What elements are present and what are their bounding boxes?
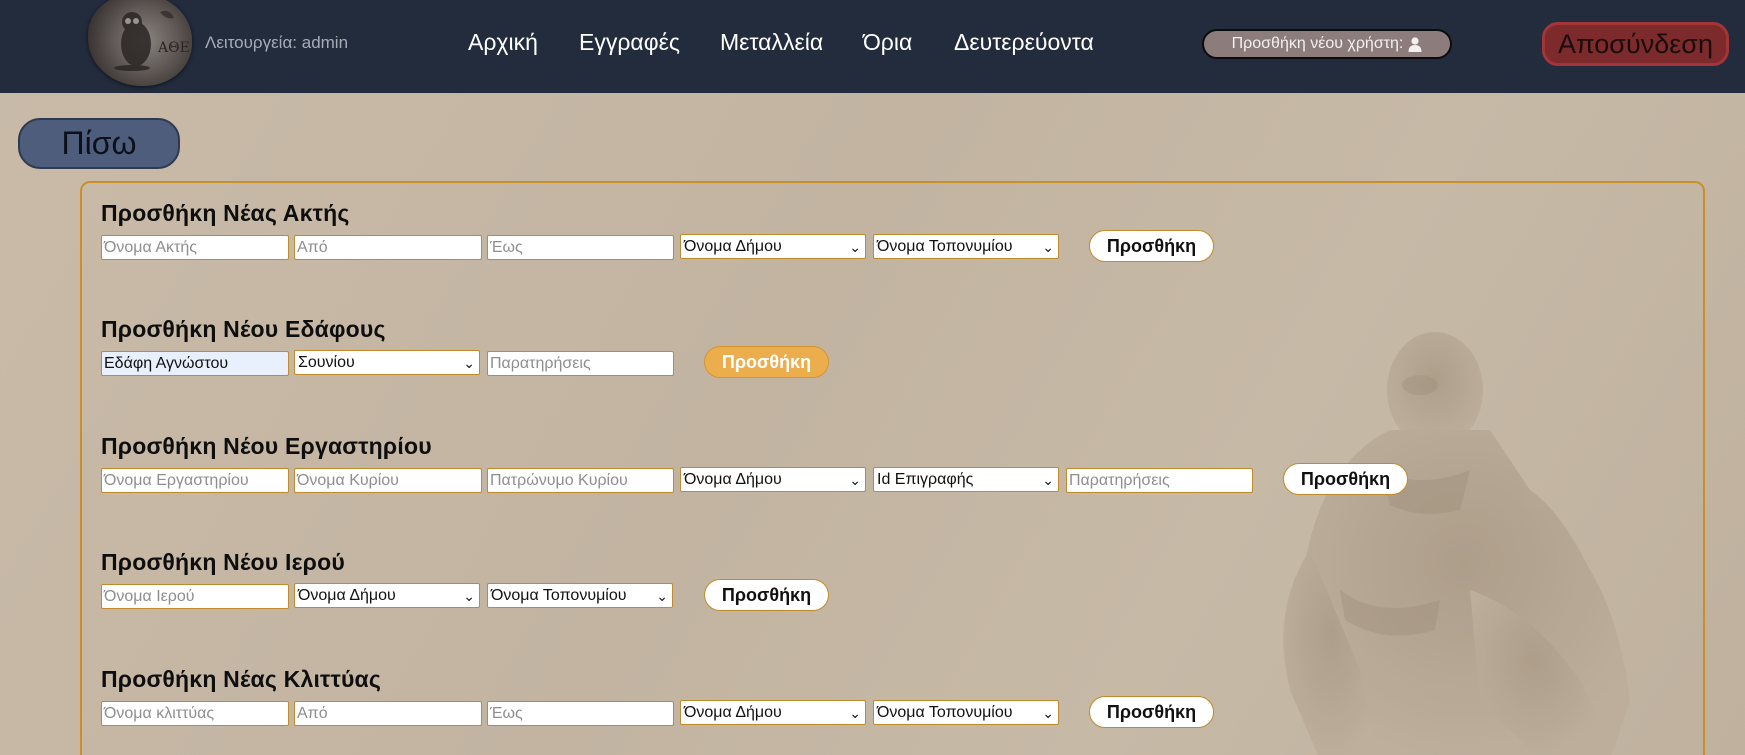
workshop-add-button[interactable]: Προσθήκη (1283, 463, 1408, 495)
user-icon (1408, 36, 1422, 52)
coast-municipality-value: Όνομα Δήμου (684, 238, 782, 255)
chevron-down-icon: ⌄ (1042, 472, 1054, 488)
add-user-button[interactable]: Προσθήκη νέου χρήστη: (1202, 29, 1452, 59)
chevron-down-icon: ⌄ (656, 588, 668, 604)
workshop-municipality-value: Όνομα Δήμου (684, 471, 782, 488)
section-title-ground: Προσθήκη Νέου Εδάφους (101, 316, 386, 342)
workshop-owner-input[interactable]: Όνομα Κυρίου (294, 468, 482, 493)
section-title-temple: Προσθήκη Νέου Ιερού (101, 549, 345, 575)
nav-boundaries[interactable]: Όρια (863, 29, 912, 56)
temple-municipality-select[interactable]: Όνομα Δήμου ⌄ (294, 583, 480, 608)
coast-to-input[interactable]: Έως (487, 235, 674, 260)
workshop-name-input[interactable]: Όνομα Εργαστηρίου (101, 468, 289, 493)
slope-to-input[interactable]: Έως (487, 701, 674, 726)
chevron-down-icon: ⌄ (849, 705, 861, 721)
temple-toponym-select[interactable]: Όνομα Τοπονυμίου ⌄ (487, 583, 673, 608)
temple-toponym-value: Όνομα Τοπονυμίου (491, 587, 627, 604)
slope-from-input[interactable]: Από (294, 701, 482, 726)
user-mode-label: Λειτουργεία: admin (205, 33, 349, 52)
owl-coin-logo[interactable]: ΑΘΕ (88, 0, 192, 86)
ground-region-value: Σουνίου (298, 354, 355, 371)
slope-toponym-select[interactable]: Όνομα Τοπονυμίου ⌄ (873, 700, 1059, 725)
coast-from-input[interactable]: Από (294, 235, 482, 260)
ground-notes-input[interactable]: Παρατηρήσεις (487, 351, 674, 376)
coast-municipality-select[interactable]: Όνομα Δήμου ⌄ (680, 234, 866, 259)
logout-button[interactable]: Αποσύνδεση (1542, 22, 1729, 66)
chevron-down-icon: ⌄ (463, 355, 475, 371)
coast-name-input[interactable]: Όνομα Ακτής (101, 235, 289, 260)
section-title-slope: Προσθήκη Νέας Κλιττύας (101, 666, 382, 692)
ground-add-button[interactable]: Προσθήκη (704, 346, 829, 378)
chevron-down-icon: ⌄ (1042, 239, 1054, 255)
temple-name-input[interactable]: Όνομα Ιερού (101, 584, 289, 609)
nav-records[interactable]: Εγγραφές (579, 29, 680, 56)
coast-toponym-select[interactable]: Όνομα Τοπονυμίου ⌄ (873, 234, 1059, 259)
slope-name-input[interactable]: Όνομα κλιττύας (101, 701, 289, 726)
add-user-label: Προσθήκη νέου χρήστη: (1231, 35, 1404, 52)
workshop-inscription-value: Id Επιγραφής (877, 471, 974, 488)
slope-add-button[interactable]: Προσθήκη (1089, 696, 1214, 728)
top-navbar: ΑΘΕ Λειτουργεία: admin Αρχική Εγγραφές Μ… (0, 0, 1745, 93)
chevron-down-icon: ⌄ (1042, 705, 1054, 721)
temple-municipality-value: Όνομα Δήμου (298, 587, 396, 604)
temple-add-button[interactable]: Προσθήκη (704, 579, 829, 611)
coast-toponym-value: Όνομα Τοπονυμίου (877, 238, 1013, 255)
chevron-down-icon: ⌄ (849, 472, 861, 488)
nav-mines[interactable]: Μεταλλεία (720, 29, 823, 56)
chevron-down-icon: ⌄ (463, 588, 475, 604)
ground-name-input[interactable]: Εδάφη Αγνώστου (101, 351, 289, 376)
workshop-notes-input[interactable]: Παρατηρήσεις (1066, 468, 1253, 493)
slope-municipality-select[interactable]: Όνομα Δήμου ⌄ (680, 700, 866, 725)
workshop-inscription-select[interactable]: Id Επιγραφής ⌄ (873, 467, 1059, 492)
slope-municipality-value: Όνομα Δήμου (684, 704, 782, 721)
slope-toponym-value: Όνομα Τοπονυμίου (877, 704, 1013, 721)
ground-region-select[interactable]: Σουνίου ⌄ (294, 350, 480, 375)
workshop-patronym-input[interactable]: Πατρώνυμο Κυρίου (487, 468, 674, 493)
nav-home[interactable]: Αρχική (468, 29, 538, 56)
coast-add-button[interactable]: Προσθήκη (1089, 230, 1214, 262)
section-title-coast: Προσθήκη Νέας Ακτής (101, 200, 350, 226)
svg-text:ΑΘΕ: ΑΘΕ (157, 40, 190, 56)
nav-secondary[interactable]: Δευτερεύοντα (954, 29, 1094, 56)
chevron-down-icon: ⌄ (849, 239, 861, 255)
back-button[interactable]: Πίσω (18, 118, 180, 169)
section-title-workshop: Προσθήκη Νέου Εργαστηρίου (101, 433, 432, 459)
workshop-municipality-select[interactable]: Όνομα Δήμου ⌄ (680, 467, 866, 492)
